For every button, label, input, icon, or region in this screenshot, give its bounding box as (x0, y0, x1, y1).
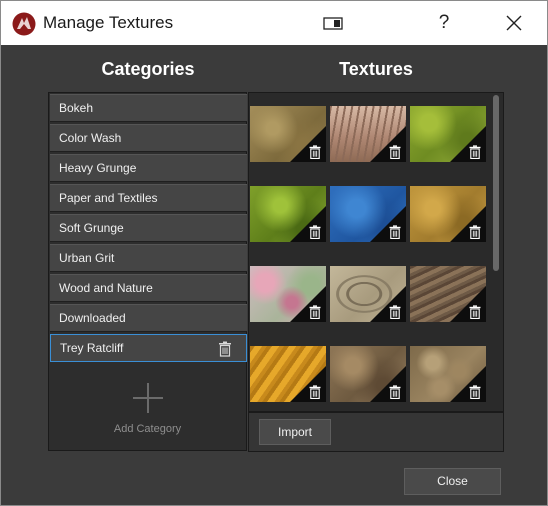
import-button[interactable]: Import (259, 419, 331, 445)
category-trey-ratcliff[interactable]: Trey Ratcliff (50, 334, 247, 362)
category-label: Trey Ratcliff (60, 341, 124, 355)
scrollbar-thumb[interactable] (493, 95, 499, 271)
trash-icon[interactable] (389, 385, 401, 399)
category-color-wash[interactable]: Color Wash (50, 124, 247, 152)
categories-heading: Categories (101, 59, 195, 79)
texture-thumbnail[interactable] (410, 266, 486, 322)
textures-grid (248, 92, 504, 412)
plus-icon (133, 383, 163, 413)
trash-icon[interactable] (309, 145, 321, 159)
texture-thumbnail[interactable] (410, 106, 486, 162)
category-heavy-grunge[interactable]: Heavy Grunge (50, 154, 247, 182)
textures-scrollbar[interactable] (492, 95, 500, 411)
category-urban-grit[interactable]: Urban Grit (50, 244, 247, 272)
help-button[interactable]: ? (421, 1, 467, 45)
texture-thumbnail[interactable] (330, 106, 406, 162)
trash-icon[interactable] (309, 305, 321, 319)
close-icon (506, 15, 522, 31)
texture-thumbnail[interactable] (250, 186, 326, 242)
categories-panel: Bokeh Color Wash Heavy Grunge Paper and … (48, 92, 247, 451)
textures-heading: Textures (339, 59, 413, 79)
category-soft-grunge[interactable]: Soft Grunge (50, 214, 247, 242)
texture-thumbnail[interactable] (250, 106, 326, 162)
trash-icon[interactable] (469, 145, 481, 159)
app-logo-icon (12, 12, 36, 36)
category-bokeh[interactable]: Bokeh (50, 94, 247, 122)
category-downloaded[interactable]: Downloaded (50, 304, 247, 332)
trash-icon[interactable] (309, 385, 321, 399)
texture-thumbnail[interactable] (410, 346, 486, 402)
manage-textures-dialog: Manage Textures ? Categories Textures Bo… (0, 0, 548, 506)
texture-thumbnail[interactable] (250, 346, 326, 402)
title-bar[interactable]: Manage Textures ? (1, 1, 547, 45)
texture-thumbnail[interactable] (250, 266, 326, 322)
texture-thumbnail[interactable] (410, 186, 486, 242)
trash-icon[interactable] (389, 305, 401, 319)
panel-layout-icon (323, 16, 343, 30)
add-category-label: Add Category (113, 423, 182, 435)
window-close-button[interactable] (491, 1, 537, 45)
trash-icon[interactable] (389, 225, 401, 239)
trash-icon[interactable] (218, 341, 232, 357)
trash-icon[interactable] (309, 225, 321, 239)
category-paper-and-textiles[interactable]: Paper and Textiles (50, 184, 247, 212)
texture-thumbnail[interactable] (330, 346, 406, 402)
trash-icon[interactable] (469, 385, 481, 399)
texture-thumbnail[interactable] (330, 186, 406, 242)
window-title: Manage Textures (43, 13, 174, 32)
add-category-button[interactable]: Add Category (49, 377, 246, 447)
close-button[interactable]: Close (404, 468, 501, 495)
category-wood-and-nature[interactable]: Wood and Nature (50, 274, 247, 302)
trash-icon[interactable] (469, 225, 481, 239)
import-bar: Import (248, 412, 504, 452)
layout-toggle-button[interactable] (311, 1, 355, 45)
trash-icon[interactable] (469, 305, 481, 319)
trash-icon[interactable] (389, 145, 401, 159)
texture-thumbnail[interactable] (330, 266, 406, 322)
